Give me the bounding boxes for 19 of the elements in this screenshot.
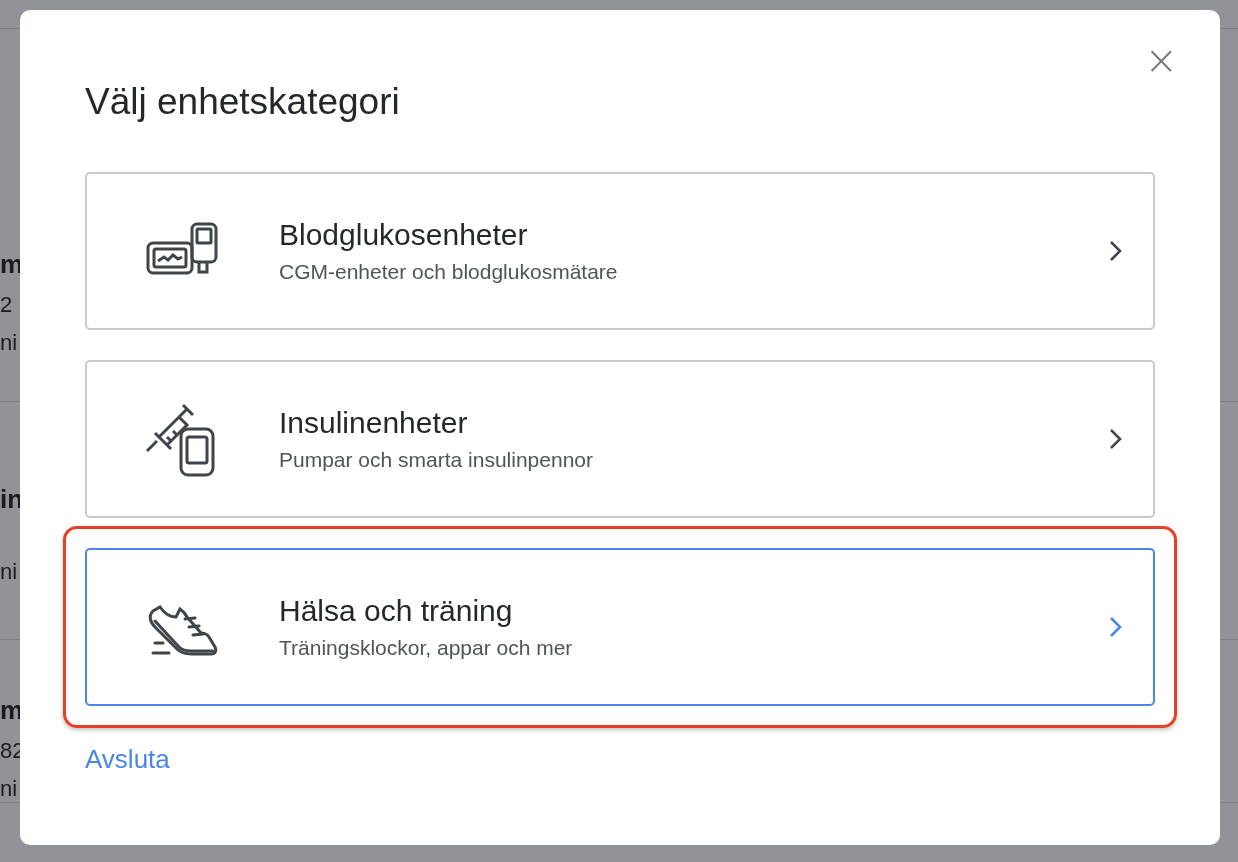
chevron-right-icon bbox=[1109, 616, 1123, 638]
background-text: ni bbox=[0, 559, 18, 585]
chevron-right-icon bbox=[1109, 240, 1123, 262]
category-card[interactable]: Insulinenheter Pumpar och smarta insulinpennor bbox=[85, 360, 1155, 518]
exit-link[interactable]: Avsluta bbox=[85, 744, 170, 775]
background-text: ni bbox=[0, 776, 18, 802]
category-description: Träningsklockor, appar och mer bbox=[279, 636, 574, 660]
category-title: Hälsa och träning bbox=[279, 594, 514, 628]
category-card[interactable]: Hälsa och träning Träningsklockor, appar och mer bbox=[85, 548, 1155, 706]
background-text: 2 bbox=[0, 292, 13, 318]
background-text: ni bbox=[0, 330, 18, 356]
category-title: Insulinenheter bbox=[279, 406, 469, 440]
close-button[interactable]: × bbox=[1140, 40, 1182, 80]
category-card[interactable]: Blodglukosenheter CGM-enheter och blodglukosmätare bbox=[85, 172, 1155, 330]
chevron-right-icon bbox=[1109, 428, 1123, 450]
category-description: Pumpar och smarta insulinpennor bbox=[279, 448, 594, 472]
category-title: Blodglukosenheter bbox=[279, 218, 529, 252]
dialog-title: Välj enhetskategori bbox=[85, 82, 401, 122]
category-description: CGM-enheter och blodglukosmätare bbox=[279, 260, 619, 284]
